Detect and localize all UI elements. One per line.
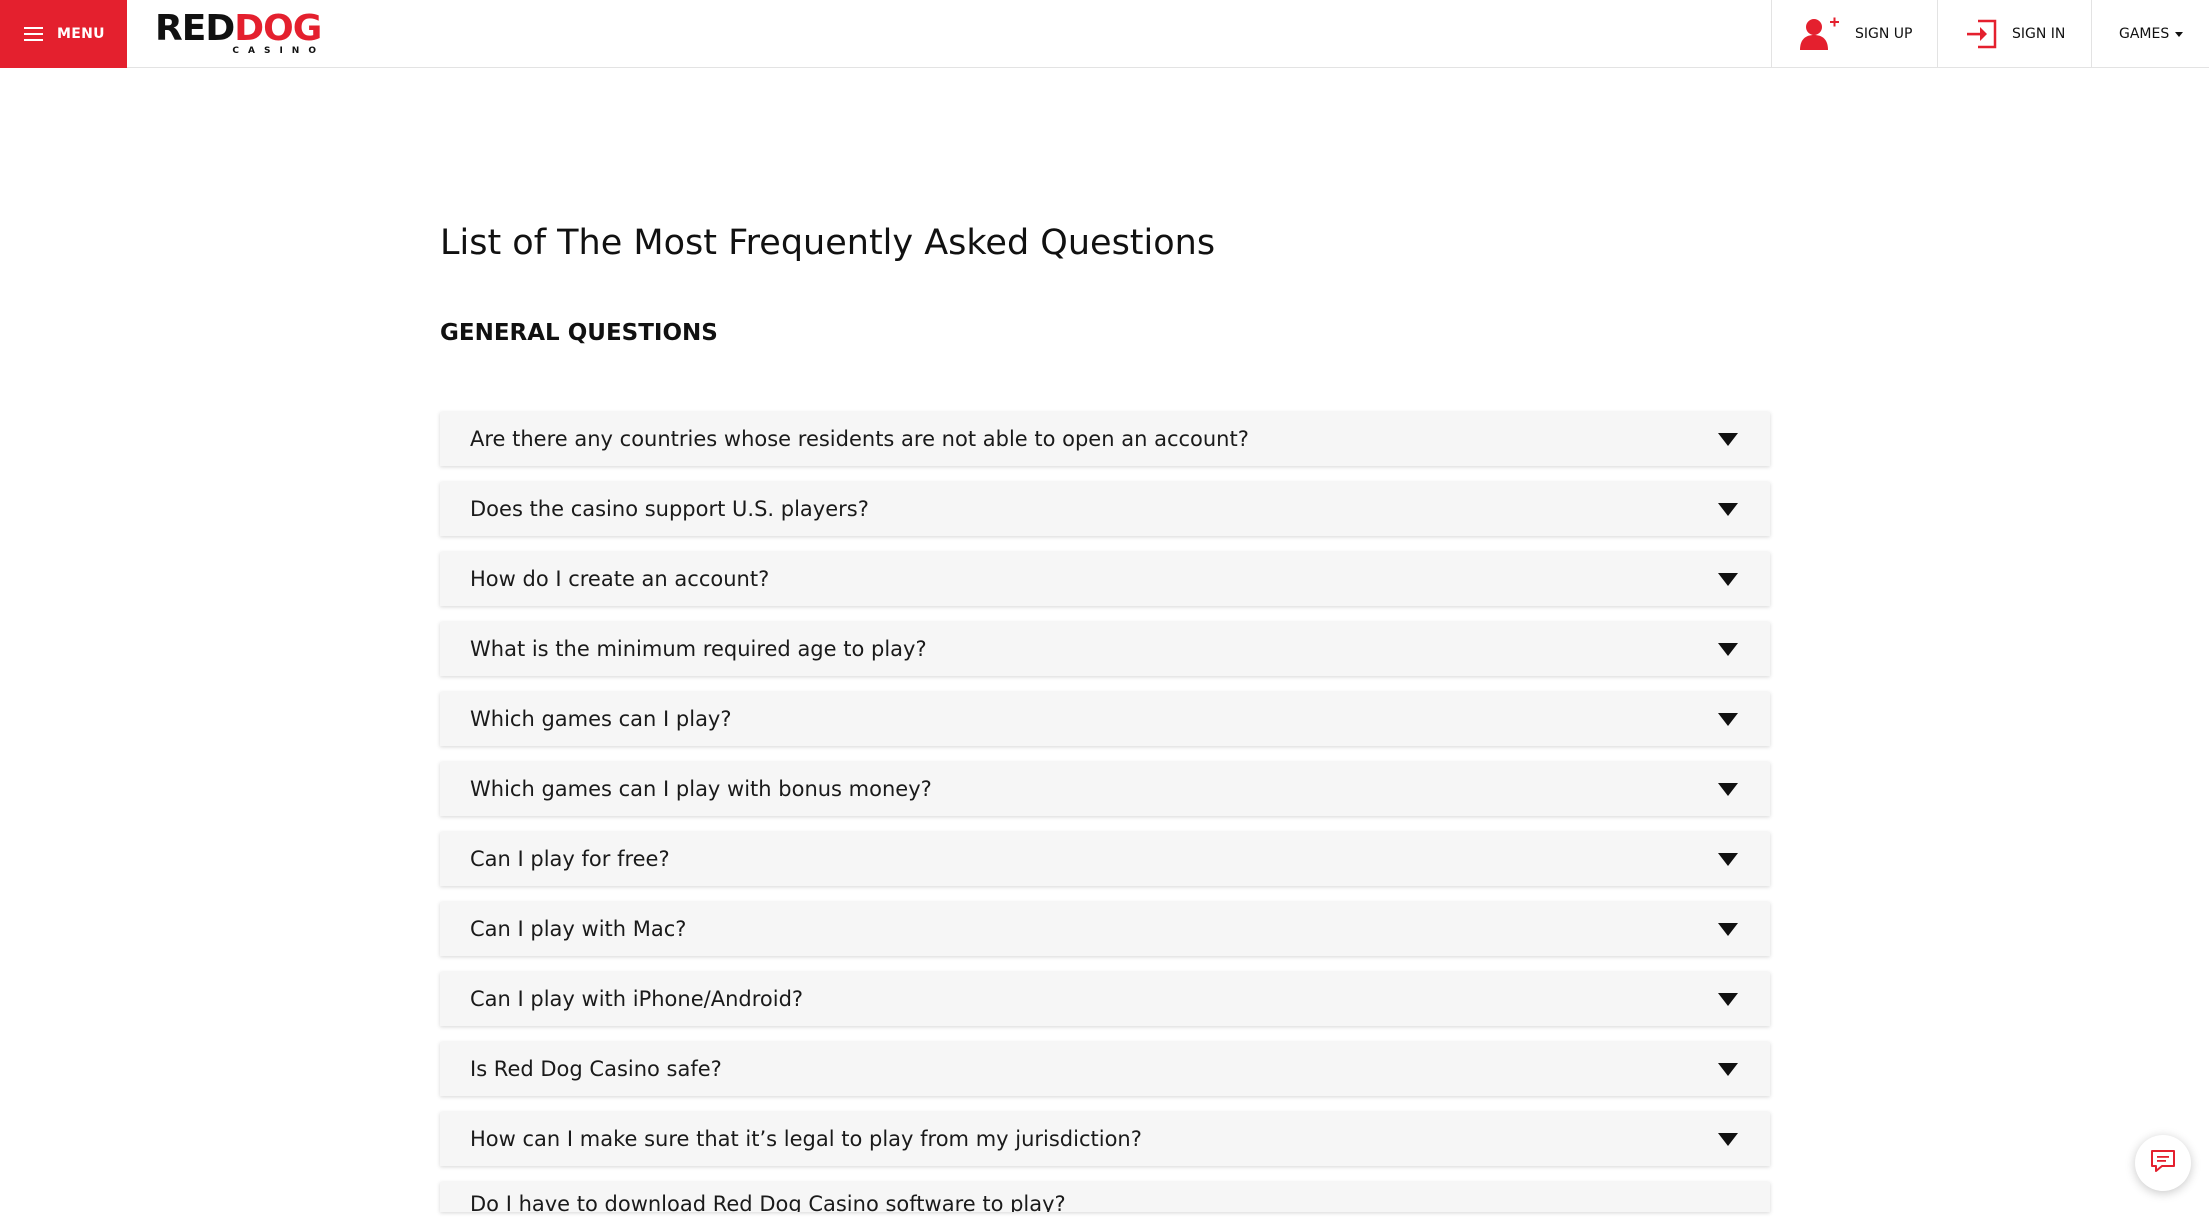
faq-item[interactable]: How do I create an account? [440,552,1770,606]
faq-item[interactable]: Does the casino support U.S. players? [440,482,1770,536]
triangle-down-icon [1718,642,1738,656]
faq-item[interactable]: Do I have to download Red Dog Casino sof… [440,1182,1770,1212]
triangle-down-icon [1718,502,1738,516]
triangle-down-icon [1718,992,1738,1006]
faq-item[interactable]: Can I play with Mac? [440,902,1770,956]
logo-wordmark: REDDOG [155,8,322,49]
faq-question: Does the casino support U.S. players? [470,497,869,521]
user-plus-icon [1799,17,1841,51]
faq-question: How do I create an account? [470,567,770,591]
faq-question: Do I have to download Red Dog Casino sof… [470,1192,1066,1212]
menu-button[interactable]: MENU [0,0,127,68]
faq-question: Can I play with iPhone/Android? [470,987,804,1011]
sign-in-icon [1966,18,1998,50]
faq-question: Can I play for free? [470,847,670,871]
triangle-down-icon [1718,572,1738,586]
faq-item[interactable]: Can I play with iPhone/Android? [440,972,1770,1026]
top-header: MENU REDDOG CASINO SIGN UP SIGN IN GAMES [0,0,2209,68]
faq-list: Are there any countries whose residents … [440,412,1770,1228]
faq-question: Are there any countries whose residents … [470,427,1249,451]
faq-item[interactable]: Which games can I play with bonus money? [440,762,1770,816]
faq-item[interactable]: What is the minimum required age to play… [440,622,1770,676]
section-title: GENERAL QUESTIONS [440,320,718,346]
triangle-down-icon [1718,1062,1738,1076]
faq-question: Can I play with Mac? [470,917,687,941]
sign-up-button[interactable]: SIGN UP [1771,0,1937,68]
chat-button[interactable] [2135,1135,2191,1191]
faq-question: Which games can I play? [470,707,732,731]
chat-icon [2149,1147,2177,1179]
triangle-down-icon [1718,852,1738,866]
faq-item[interactable]: Can I play for free? [440,832,1770,886]
faq-question: Is Red Dog Casino safe? [470,1057,722,1081]
faq-item[interactable]: Which games can I play? [440,692,1770,746]
faq-question: Which games can I play with bonus money? [470,777,932,801]
faq-item[interactable]: Is Red Dog Casino safe? [440,1042,1770,1096]
triangle-down-icon [1718,712,1738,726]
triangle-down-icon [1718,1132,1738,1146]
triangle-down-icon [1718,432,1738,446]
games-dropdown[interactable]: GAMES [2091,0,2209,68]
red-dog-casino-logo[interactable]: REDDOG CASINO [155,9,325,57]
triangle-down-icon [1718,782,1738,796]
games-label: GAMES [2119,26,2170,42]
caret-down-icon [2175,31,2184,37]
faq-item[interactable]: Are there any countries whose residents … [440,412,1770,466]
sign-in-button[interactable]: SIGN IN [1937,0,2091,68]
logo-subtitle: CASINO [232,46,325,56]
sign-in-label: SIGN IN [2012,26,2066,42]
faq-question: How can I make sure that it’s legal to p… [470,1127,1142,1151]
menu-label: MENU [57,26,105,42]
faq-item[interactable]: How can I make sure that it’s legal to p… [440,1112,1770,1166]
faq-question: What is the minimum required age to play… [470,637,927,661]
header-nav: SIGN UP SIGN IN GAMES [1771,0,2209,68]
hamburger-icon [24,27,43,41]
page-title: List of The Most Frequently Asked Questi… [440,223,1216,263]
triangle-down-icon [1718,922,1738,936]
sign-up-label: SIGN UP [1855,26,1913,42]
